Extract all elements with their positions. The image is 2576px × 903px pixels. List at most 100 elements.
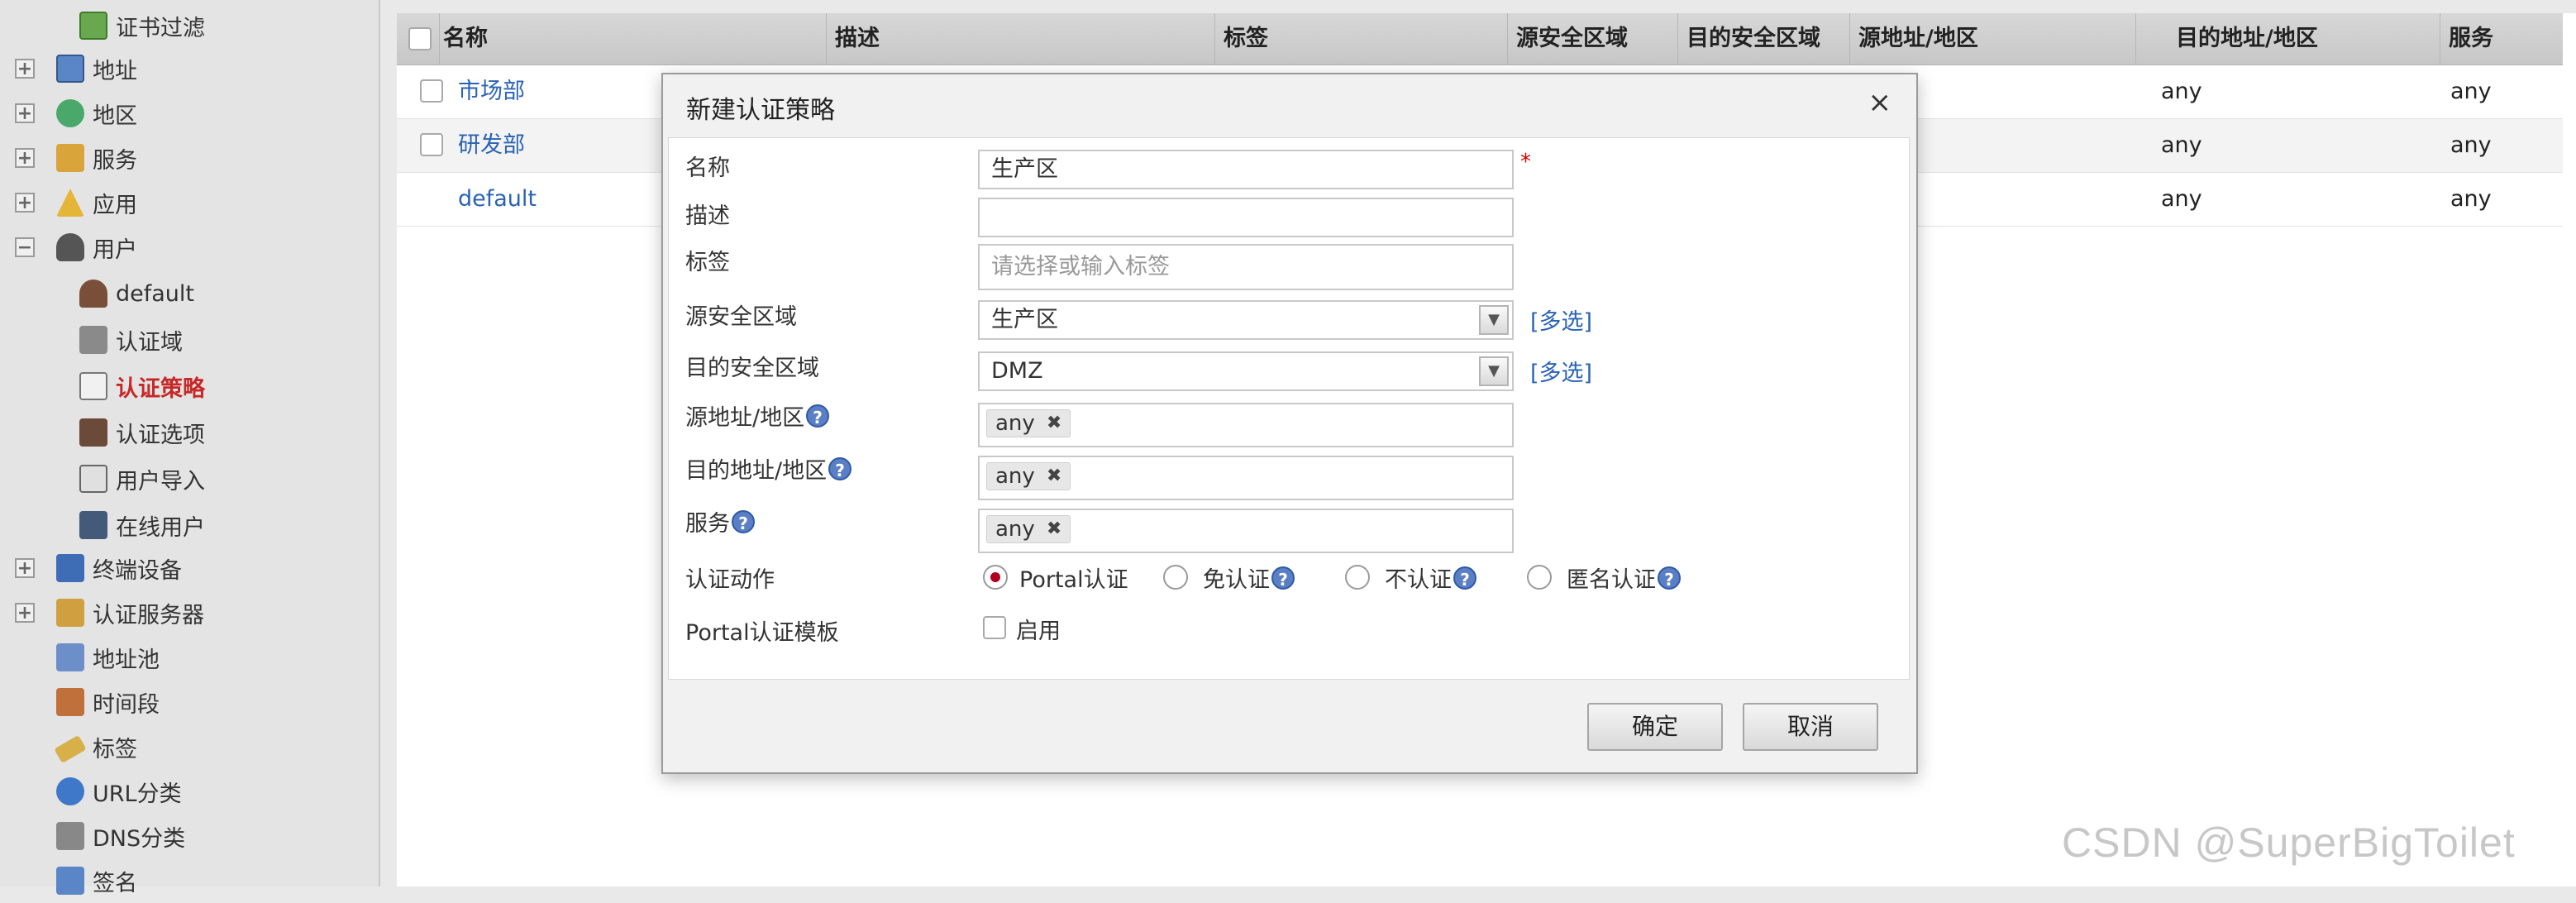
col-sep: [1852, 13, 1853, 64]
tree-item-auth-policy[interactable]: 认证策略: [79, 364, 205, 408]
watermark: CSDN @SuperBigToilet: [2062, 819, 2516, 866]
required-mark: *: [1520, 150, 1531, 174]
col-name[interactable]: 名称: [440, 13, 827, 64]
row-name-link[interactable]: 市场部: [458, 65, 525, 118]
col-tag[interactable]: 标签: [1215, 13, 1508, 64]
tag-input[interactable]: 请选择或输入标签: [978, 244, 1514, 290]
user-group-icon: [79, 280, 107, 308]
radio-portal-label[interactable]: Portal认证: [1019, 561, 1128, 594]
expand-icon[interactable]: +: [15, 603, 35, 623]
remove-tag-icon[interactable]: ✖: [1047, 516, 1061, 542]
help-icon[interactable]: ?: [1271, 566, 1295, 590]
radio-exempt[interactable]: [1163, 565, 1188, 590]
monitor-icon: [56, 55, 84, 83]
row-name-link[interactable]: 研发部: [458, 119, 525, 172]
tree-item-user[interactable]: − 用户: [15, 225, 137, 270]
row-name-link[interactable]: default: [458, 173, 537, 226]
label-desc: 描述: [685, 203, 730, 229]
grid-top-strip: [397, 0, 2576, 13]
tree-item-terminal[interactable]: + 终端设备: [15, 546, 182, 590]
collapse-icon[interactable]: −: [15, 237, 35, 257]
radio-anonymous[interactable]: [1527, 565, 1552, 590]
tree-item-online-users[interactable]: 在线用户: [79, 503, 205, 547]
label-src-addr: 源地址/地区 ?: [685, 399, 830, 432]
tree-item-auth-domain[interactable]: 认证域: [79, 318, 183, 362]
url-globe-icon: [56, 777, 84, 805]
label-src-zone: 源安全区域: [685, 304, 797, 330]
radio-portal[interactable]: [983, 565, 1008, 590]
tree-item-address-pool[interactable]: 地址池: [56, 635, 160, 680]
dst-zone-multi-link[interactable]: [多选]: [1530, 355, 1592, 387]
row-checkbox[interactable]: [420, 133, 443, 156]
src-zone-multi-link[interactable]: [多选]: [1530, 303, 1592, 336]
radio-anonymous-label[interactable]: 匿名认证 ?: [1567, 561, 1681, 594]
remove-tag-icon[interactable]: ✖: [1047, 410, 1061, 437]
select-all-checkbox[interactable]: [408, 27, 432, 50]
tree-item-region[interactable]: + 地区: [15, 91, 137, 136]
chevron-down-icon[interactable]: ▼: [1479, 356, 1509, 386]
online-users-icon: [79, 511, 107, 539]
col-dst-zone[interactable]: 目的安全区域: [1678, 13, 1850, 64]
user-icon: [56, 233, 84, 261]
cancel-button[interactable]: 取消: [1743, 703, 1878, 751]
help-icon[interactable]: ?: [1453, 566, 1476, 590]
tree-item-auth-server[interactable]: + 认证服务器: [15, 590, 204, 635]
radio-exempt-label[interactable]: 免认证 ?: [1203, 561, 1295, 594]
tree-item-dns-category[interactable]: DNS分类: [56, 814, 185, 858]
grid-header: 名称 描述 标签 源安全区域 目的安全区域 源地址/地区 目的地址/地区 服务: [397, 13, 2563, 65]
col-service[interactable]: 服务: [2440, 13, 2563, 64]
expand-icon[interactable]: +: [15, 193, 35, 213]
radio-no-auth-label[interactable]: 不认证 ?: [1385, 561, 1476, 594]
tree-item-address[interactable]: + 地址: [15, 46, 137, 91]
name-input[interactable]: 生产区: [978, 150, 1514, 189]
row-service: any: [2450, 186, 2492, 212]
app-icon: [56, 189, 84, 217]
col-desc[interactable]: 描述: [827, 13, 1215, 64]
expand-icon[interactable]: +: [15, 558, 35, 578]
src-addr-input[interactable]: any ✖: [978, 403, 1514, 447]
tree-item-app[interactable]: + 应用: [15, 180, 137, 225]
row-service: any: [2450, 132, 2492, 158]
service-input[interactable]: any ✖: [978, 509, 1514, 553]
tree-item-service[interactable]: + 服务: [15, 136, 137, 180]
tree-item-signature[interactable]: 签名: [56, 858, 137, 903]
label-tag: 标签: [685, 250, 730, 275]
radio-no-auth[interactable]: [1345, 565, 1370, 590]
desc-input[interactable]: [978, 198, 1514, 237]
tree-item-default[interactable]: default: [79, 271, 194, 316]
chevron-down-icon[interactable]: ▼: [1479, 305, 1509, 335]
help-icon[interactable]: ?: [732, 509, 755, 533]
tree-item-time-range[interactable]: 时间段: [56, 680, 160, 724]
portal-enable-label[interactable]: 启用: [1016, 613, 1061, 645]
expand-icon[interactable]: +: [15, 103, 35, 123]
label-name: 名称: [685, 155, 730, 181]
row-checkbox[interactable]: [420, 79, 443, 103]
col-src-addr[interactable]: 源地址/地区: [1850, 13, 2136, 64]
col-dst-addr[interactable]: 目的地址/地区: [2161, 13, 2440, 64]
new-auth-policy-dialog: 新建认证策略 × 名称 生产区 * 描述 标签 请选择或输入标签 源安全区域 生…: [661, 73, 1918, 774]
dst-addr-input[interactable]: any ✖: [978, 456, 1514, 500]
globe-icon: [56, 99, 84, 127]
tree-item-url-category[interactable]: URL分类: [56, 769, 182, 814]
remove-tag-icon[interactable]: ✖: [1047, 463, 1061, 490]
auth-options-icon: [79, 418, 107, 447]
terminal-device-icon: [56, 554, 84, 582]
help-icon[interactable]: ?: [806, 404, 830, 428]
ok-button[interactable]: 确定: [1587, 703, 1723, 751]
expand-icon[interactable]: +: [15, 59, 35, 79]
src-zone-select[interactable]: 生产区 ▼: [978, 300, 1514, 340]
dst-zone-select[interactable]: DMZ ▼: [978, 351, 1514, 391]
help-icon[interactable]: ?: [1658, 566, 1681, 590]
label-service: 服务 ?: [685, 505, 755, 538]
help-icon[interactable]: ?: [828, 456, 852, 480]
tree-item-user-import[interactable]: 用户导入: [79, 456, 205, 501]
dns-icon: [56, 822, 84, 850]
close-icon[interactable]: ×: [1868, 86, 1892, 119]
tree-item-cert-filter[interactable]: 证书过滤: [79, 3, 205, 48]
service-tag: any ✖: [986, 515, 1071, 543]
expand-icon[interactable]: +: [15, 148, 35, 168]
tree-item-tag[interactable]: 标签: [54, 724, 137, 769]
tree-item-auth-options[interactable]: 认证选项: [79, 410, 205, 455]
portal-enable-checkbox[interactable]: [983, 616, 1006, 639]
col-src-zone[interactable]: 源安全区域: [1508, 13, 1678, 64]
